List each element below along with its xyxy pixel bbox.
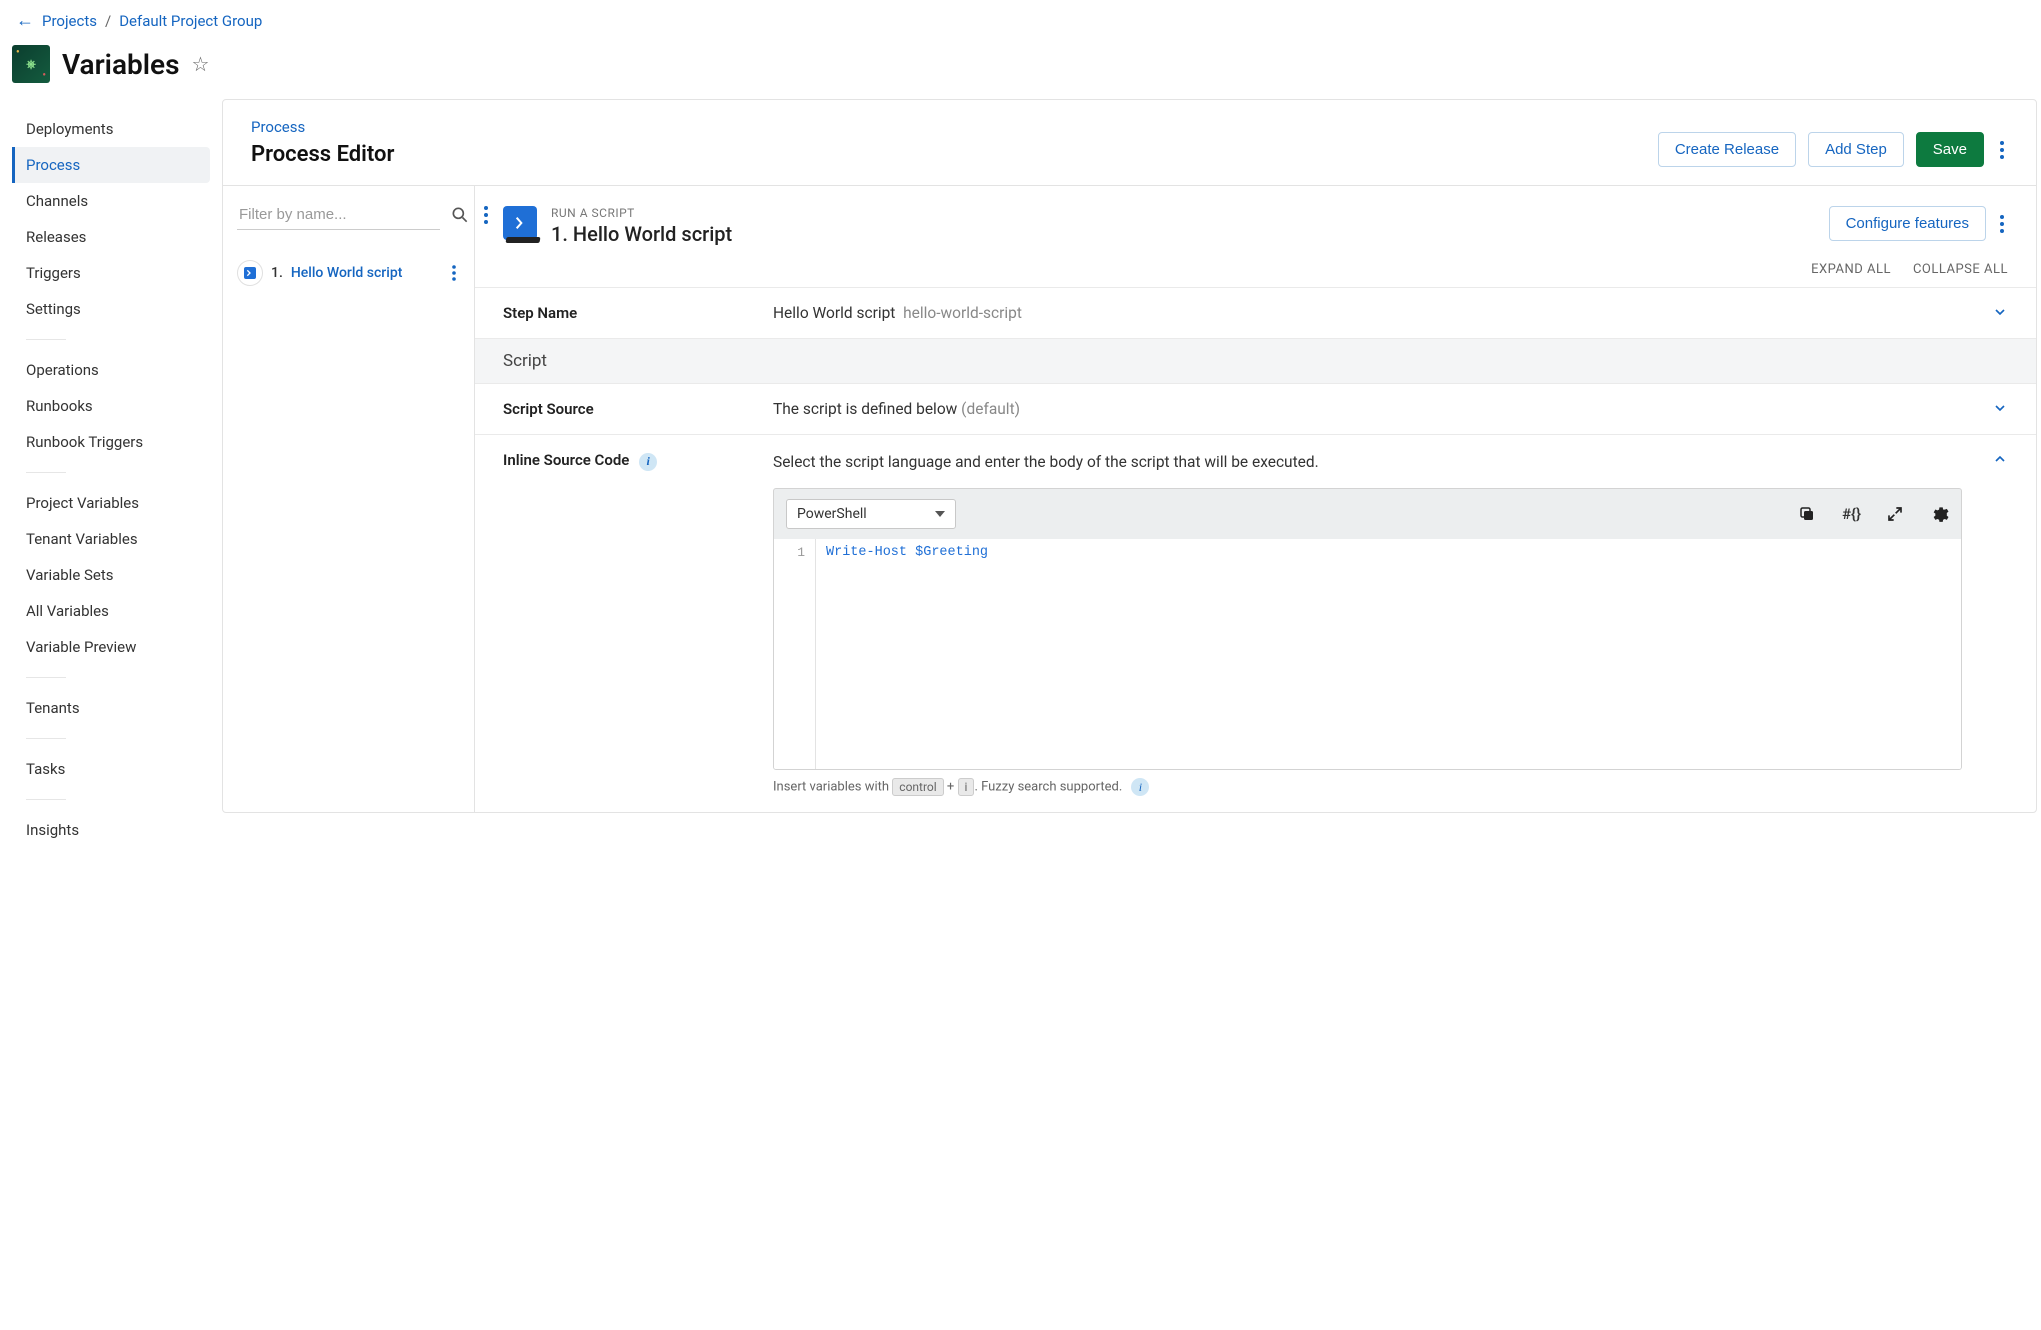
sidebar-item-variable-preview[interactable]: Variable Preview bbox=[12, 629, 210, 665]
sidebar-item-channels[interactable]: Channels bbox=[12, 183, 210, 219]
back-arrow-icon[interactable]: ← bbox=[16, 10, 34, 31]
inline-code-label-text: Inline Source Code bbox=[503, 451, 629, 469]
sidebar-item-operations[interactable]: Operations bbox=[12, 352, 210, 388]
sidebar-item-insights[interactable]: Insights bbox=[12, 812, 210, 848]
page-title-row: ⎈ Variables ☆ bbox=[0, 41, 2041, 99]
steps-filter-input[interactable] bbox=[237, 200, 440, 230]
chevron-up-icon[interactable] bbox=[1992, 451, 2008, 467]
step-title-name: Hello World script bbox=[573, 222, 732, 246]
step-name: Hello World script bbox=[291, 265, 403, 281]
sidebar-divider bbox=[26, 472, 66, 473]
step-item-overflow-icon[interactable] bbox=[448, 261, 460, 285]
configure-features-button[interactable]: Configure features bbox=[1829, 206, 1986, 241]
inline-source-code-row: Inline Source Code i Select the script l… bbox=[475, 434, 2036, 812]
language-select[interactable]: PowerShell bbox=[786, 499, 956, 529]
breadcrumb-separator: / bbox=[105, 12, 111, 30]
breadcrumb: ← Projects / Default Project Group bbox=[0, 0, 2041, 41]
script-source-value: The script is defined below bbox=[773, 400, 957, 418]
info-icon[interactable]: i bbox=[639, 453, 657, 471]
hint-pre: Insert variables with bbox=[773, 780, 892, 795]
gear-icon[interactable] bbox=[1929, 504, 1949, 524]
step-kicker: RUN A SCRIPT bbox=[551, 206, 732, 220]
script-section-heading: Script bbox=[475, 338, 2036, 383]
chevron-down-icon[interactable] bbox=[1992, 304, 2008, 320]
script-source-label: Script Source bbox=[503, 400, 753, 418]
step-list-item[interactable]: 1. Hello World script bbox=[233, 252, 464, 294]
create-release-button[interactable]: Create Release bbox=[1658, 132, 1796, 167]
expand-icon[interactable] bbox=[1887, 506, 1903, 522]
sidebar-divider bbox=[26, 738, 66, 739]
sidebar-item-tenant-variables[interactable]: Tenant Variables bbox=[12, 521, 210, 557]
step-name-label: Step Name bbox=[503, 304, 753, 322]
info-icon[interactable]: i bbox=[1131, 778, 1149, 796]
sidebar-item-deployments[interactable]: Deployments bbox=[12, 111, 210, 147]
main-overflow-menu-icon[interactable] bbox=[1996, 137, 2008, 163]
code-editor: PowerShell #{} bbox=[773, 488, 1962, 770]
project-logo: ⎈ bbox=[12, 45, 50, 83]
expand-all-link[interactable]: EXPAND ALL bbox=[1811, 262, 1891, 277]
sidebar: Deployments Process Channels Releases Tr… bbox=[0, 99, 210, 888]
line-number: 1 bbox=[778, 545, 805, 560]
main-heading: Process Editor bbox=[251, 142, 394, 167]
detail-overflow-menu-icon[interactable] bbox=[1996, 211, 2008, 237]
sidebar-item-runbook-triggers[interactable]: Runbook Triggers bbox=[12, 424, 210, 460]
process-link[interactable]: Process bbox=[251, 118, 305, 136]
sidebar-item-triggers[interactable]: Triggers bbox=[12, 255, 210, 291]
sidebar-item-process[interactable]: Process bbox=[12, 147, 210, 183]
step-number: 1. bbox=[271, 265, 283, 281]
hint-kbd-control: control bbox=[892, 778, 943, 796]
chevron-down-icon[interactable] bbox=[1992, 400, 2008, 416]
step-title-num: 1. bbox=[551, 222, 568, 246]
copy-icon[interactable] bbox=[1798, 505, 1816, 523]
sidebar-divider bbox=[26, 799, 66, 800]
script-source-row[interactable]: Script Source The script is defined belo… bbox=[475, 383, 2036, 434]
code-cmdlet: Write-Host bbox=[826, 545, 907, 560]
sidebar-item-settings[interactable]: Settings bbox=[12, 291, 210, 327]
save-button[interactable]: Save bbox=[1916, 132, 1984, 167]
detail-column: RUN A SCRIPT 1. Hello World script Confi… bbox=[475, 186, 2036, 812]
script-step-big-icon bbox=[503, 206, 537, 240]
sidebar-item-tenants[interactable]: Tenants bbox=[12, 690, 210, 726]
step-name-value: Hello World script bbox=[773, 304, 895, 322]
page-title: Variables bbox=[62, 48, 179, 81]
sidebar-item-all-variables[interactable]: All Variables bbox=[12, 593, 210, 629]
editor-hint: Insert variables with control + i. Fuzzy… bbox=[773, 778, 1962, 796]
inline-code-desc: Select the script language and enter the… bbox=[773, 451, 1962, 474]
collapse-all-link[interactable]: COLLAPSE ALL bbox=[1913, 262, 2008, 277]
sidebar-divider bbox=[26, 339, 66, 340]
script-step-icon bbox=[237, 260, 263, 286]
breadcrumb-project-group[interactable]: Default Project Group bbox=[119, 12, 262, 30]
sidebar-item-runbooks[interactable]: Runbooks bbox=[12, 388, 210, 424]
inline-code-label: Inline Source Code i bbox=[503, 451, 753, 471]
step-title: 1. Hello World script bbox=[551, 222, 732, 246]
main-header: Process Process Editor Create Release Ad… bbox=[223, 100, 2036, 186]
step-name-row[interactable]: Step Name Hello World script hello-world… bbox=[475, 287, 2036, 338]
steps-column: 1. Hello World script bbox=[223, 186, 475, 812]
main-panel: Process Process Editor Create Release Ad… bbox=[222, 99, 2037, 813]
search-icon[interactable] bbox=[446, 201, 474, 229]
caret-down-icon bbox=[935, 511, 945, 517]
sidebar-item-variable-sets[interactable]: Variable Sets bbox=[12, 557, 210, 593]
editor-gutter: 1 bbox=[774, 539, 816, 769]
code-area[interactable]: Write-Host $Greeting bbox=[816, 539, 1961, 769]
insert-variable-icon[interactable]: #{} bbox=[1842, 505, 1861, 523]
hint-post: . Fuzzy search supported. bbox=[974, 780, 1125, 795]
step-name-slug: hello-world-script bbox=[903, 304, 1022, 322]
sidebar-item-tasks[interactable]: Tasks bbox=[12, 751, 210, 787]
breadcrumb-projects[interactable]: Projects bbox=[42, 12, 97, 30]
sidebar-divider bbox=[26, 677, 66, 678]
script-source-suffix: (default) bbox=[961, 400, 1020, 418]
favorite-star-icon[interactable]: ☆ bbox=[191, 52, 209, 76]
hint-kbd-i: i bbox=[958, 778, 975, 796]
sidebar-item-project-variables[interactable]: Project Variables bbox=[12, 485, 210, 521]
language-select-value: PowerShell bbox=[797, 506, 867, 522]
hint-plus: + bbox=[944, 780, 958, 795]
add-step-button[interactable]: Add Step bbox=[1808, 132, 1904, 167]
sidebar-item-releases[interactable]: Releases bbox=[12, 219, 210, 255]
code-variable: $Greeting bbox=[915, 545, 988, 560]
